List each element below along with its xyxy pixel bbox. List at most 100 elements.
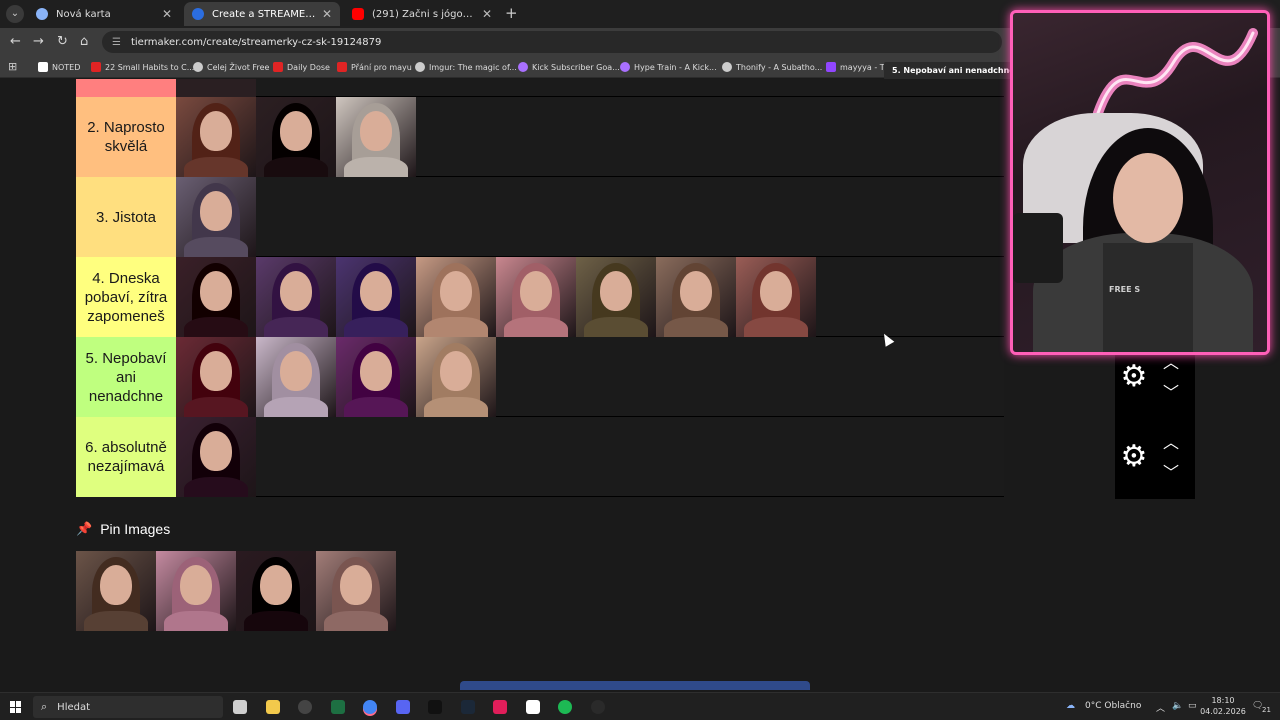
taskbar-search[interactable]: ⌕ Hledat: [33, 696, 223, 718]
apps-grid-icon[interactable]: ⊞: [8, 60, 17, 73]
tier-image[interactable]: [656, 257, 736, 337]
tier-image[interactable]: [176, 337, 256, 417]
portrait-shoulders: [424, 397, 488, 417]
tab-2[interactable]: (291) Začni s jógou 🧘 | Jedno ✕: [344, 2, 500, 26]
tier-image[interactable]: [76, 551, 156, 631]
weather-icon[interactable]: ☁: [1066, 701, 1075, 711]
bookmark-item[interactable]: Thonify - A Subatho...: [722, 60, 822, 74]
tier-image[interactable]: [176, 257, 256, 337]
home-icon[interactable]: ⌂: [80, 34, 88, 49]
system-clock[interactable]: 18:10 04.02.2026: [1200, 695, 1246, 717]
pin-icon: 📌: [76, 521, 93, 536]
tier-image[interactable]: [416, 257, 496, 337]
tier-image[interactable]: [256, 337, 336, 417]
portrait-shoulders: [344, 397, 408, 417]
task-view-icon[interactable]: [233, 700, 247, 714]
forward-icon[interactable]: →: [33, 34, 44, 49]
pin-images-title: Pin Images: [100, 521, 171, 537]
bookmark-item[interactable]: NOTED: [38, 60, 80, 74]
bookmark-icon: [620, 62, 630, 72]
spotify-icon[interactable]: [558, 700, 572, 714]
portrait-face: [360, 111, 392, 151]
tier-image[interactable]: [176, 97, 256, 177]
close-icon[interactable]: ✕: [322, 7, 332, 21]
tier-label[interactable]: 6. absolutně nezajímavá: [76, 417, 176, 497]
tier-image[interactable]: [336, 97, 416, 177]
settings-gear-icon[interactable]: ⚙: [1119, 437, 1149, 477]
tier-label[interactable]: [76, 79, 176, 97]
reload-icon[interactable]: ↻: [57, 34, 68, 49]
tier-image[interactable]: [256, 257, 336, 337]
bookmark-label: Thonify - A Subatho...: [736, 62, 823, 72]
tier-image[interactable]: [496, 257, 576, 337]
bookmark-item[interactable]: 22 Small Habits to C...: [91, 60, 194, 74]
file-explorer-icon[interactable]: [265, 700, 280, 714]
streamer-shirt: [1103, 243, 1193, 352]
new-tab-button[interactable]: +: [505, 4, 518, 22]
tier-image[interactable]: [336, 257, 416, 337]
bookmark-item[interactable]: mayyya - T: [826, 60, 885, 74]
tiktok-icon[interactable]: [428, 700, 442, 714]
tier-label[interactable]: 2. Naprosto skvělá: [76, 97, 176, 177]
bookmark-item[interactable]: Kick Subscriber Goa...: [518, 60, 620, 74]
settings-gear-icon[interactable]: ⚙: [1119, 357, 1149, 397]
tier-image[interactable]: [176, 79, 256, 97]
bookmark-label: mayyya - T: [840, 62, 885, 72]
bookmark-item[interactable]: Hype Train - A Kick...: [620, 60, 717, 74]
neon-sign: [1093, 28, 1258, 118]
tier-image[interactable]: [156, 551, 236, 631]
tier-label[interactable]: 5. Nepobaví ani nenadchne: [76, 337, 176, 417]
tier-image[interactable]: [416, 337, 496, 417]
tier-row: 5. Nepobaví ani nenadchne: [76, 337, 1004, 417]
chevron-down-icon[interactable]: ﹀: [1163, 459, 1179, 483]
tab-0[interactable]: Nová karta ✕: [28, 2, 180, 26]
close-icon[interactable]: ✕: [482, 7, 492, 21]
portrait-face: [360, 351, 392, 391]
excel-icon[interactable]: [330, 700, 345, 714]
bookmark-item[interactable]: Imgur: The magic of...: [415, 60, 517, 74]
portrait-face: [200, 431, 232, 471]
tier-image[interactable]: [236, 551, 316, 631]
chevron-down-icon[interactable]: ﹀: [1163, 379, 1179, 403]
tier-image[interactable]: [256, 97, 336, 177]
bookmark-item[interactable]: Daily Dose: [273, 60, 330, 74]
slack-icon[interactable]: [493, 700, 507, 714]
steam-icon[interactable]: [460, 700, 475, 714]
twitch-icon: [826, 62, 836, 72]
tab-1[interactable]: Create a STREAMERKY CZ/SK Ti ✕: [184, 2, 340, 26]
tier-image[interactable]: [336, 337, 416, 417]
tier-label[interactable]: 3. Jistota: [76, 177, 176, 257]
weather-text[interactable]: 0°C Oblačno: [1085, 701, 1141, 711]
bookmark-icon: [337, 62, 347, 72]
stream-deck-icon[interactable]: [590, 700, 605, 714]
capcut-icon[interactable]: [525, 700, 540, 714]
chevron-up-icon[interactable]: ︿: [1163, 429, 1179, 453]
chrome-icon[interactable]: [363, 700, 377, 714]
tier-image[interactable]: [316, 551, 396, 631]
discord-icon[interactable]: [395, 700, 410, 714]
site-info-icon[interactable]: ☰: [112, 37, 121, 48]
bookmark-label: Kick Subscriber Goa...: [532, 62, 620, 72]
bottom-banner[interactable]: [460, 681, 810, 690]
bookmark-item[interactable]: Celej Život Free: [193, 60, 269, 74]
close-icon[interactable]: ✕: [162, 7, 172, 21]
tier-label[interactable]: 4. Dneska pobaví, zítra zapomeneš: [76, 257, 176, 337]
webcam-overlay: FREE S: [1010, 10, 1270, 355]
portrait-shoulders: [344, 317, 408, 337]
portrait-shoulders: [584, 317, 648, 337]
battery-icon[interactable]: ▭: [1188, 701, 1197, 711]
tier-image[interactable]: [176, 177, 256, 257]
back-icon[interactable]: ←: [10, 34, 21, 49]
tray-overflow-icon[interactable]: ︿: [1156, 701, 1165, 714]
microphone: [1013, 213, 1063, 283]
speaker-icon[interactable]: 🔈: [1172, 701, 1183, 711]
tier-image[interactable]: [176, 417, 256, 497]
tier-image[interactable]: [576, 257, 656, 337]
address-bar[interactable]: ☰ tiermaker.com/create/streamerky-cz-sk-…: [102, 31, 1002, 53]
tier-image[interactable]: [736, 257, 816, 337]
windows-start-icon[interactable]: [10, 701, 22, 713]
bookmark-item[interactable]: Přání pro mayu: [337, 60, 412, 74]
obs-icon[interactable]: [298, 700, 312, 714]
portrait-shoulders: [344, 157, 408, 177]
tab-search-icon[interactable]: ⌄: [6, 5, 24, 23]
